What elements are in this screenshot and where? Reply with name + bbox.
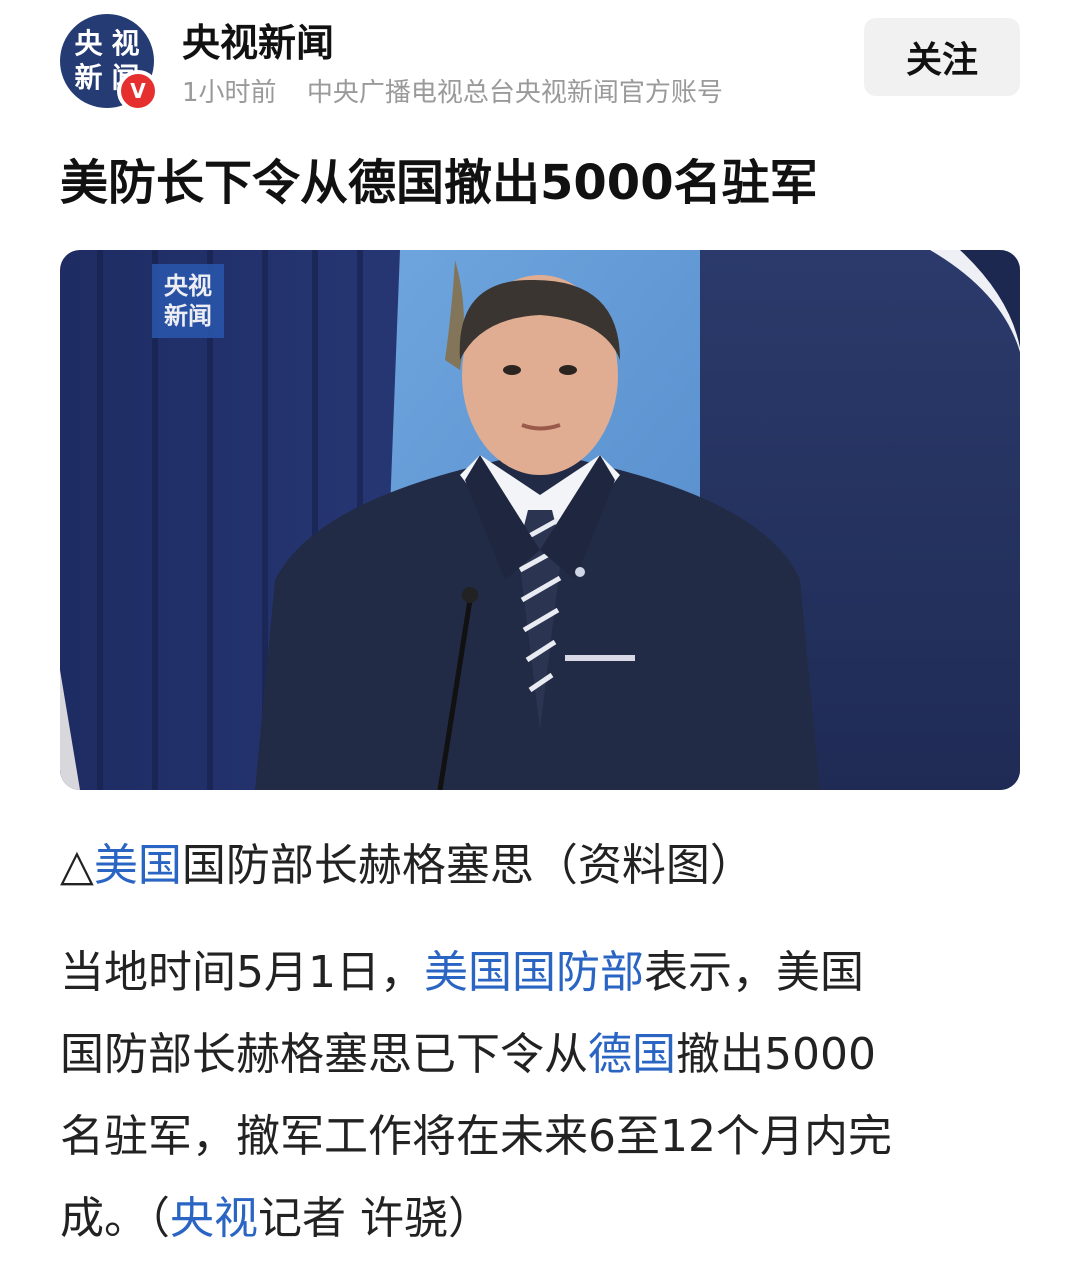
body-line: 国防部长赫格塞思已下令从德国撤出5000 bbox=[60, 1029, 876, 1080]
follow-button[interactable]: 关注 bbox=[864, 18, 1020, 96]
article-header: 央 视 新 闻 V 央视新闻 1小时前 中央广播电视总台央视新闻官方账号 关注 bbox=[0, 0, 1080, 120]
article-body: 当地时间5月1日，美国国防部表示，美国 国防部长赫格塞思已下令从德国撤出5000… bbox=[60, 932, 1040, 1260]
link-us-dod[interactable]: 美国国防部 bbox=[424, 947, 644, 998]
photo-watermark-logo: 央视 新闻 bbox=[152, 264, 224, 338]
link-cctv[interactable]: 央视 bbox=[170, 1193, 258, 1244]
caption-link-usa[interactable]: 美国 bbox=[94, 840, 182, 891]
article-title: 美防长下令从德国撤出5000名驻军 bbox=[60, 155, 818, 211]
link-germany[interactable]: 德国 bbox=[588, 1029, 676, 1080]
photo-caption: △美国国防部长赫格塞思（资料图） bbox=[60, 834, 1040, 898]
post-meta: 1小时前 中央广播电视总台央视新闻官方账号 bbox=[182, 72, 723, 109]
author-name[interactable]: 央视新闻 bbox=[182, 12, 334, 67]
verified-badge-icon: V bbox=[117, 70, 159, 112]
body-line: 名驻军，撤军工作将在未来6至12个月内完 bbox=[60, 1111, 892, 1162]
author-description: 中央广播电视总台央视新闻官方账号 bbox=[306, 78, 723, 108]
body-line: 当地时间5月1日，美国国防部表示，美国 bbox=[60, 947, 864, 998]
post-time: 1小时前 bbox=[182, 78, 277, 108]
caption-triangle-icon: △ bbox=[60, 840, 94, 891]
caption-text: 国防部长赫格塞思（资料图） bbox=[181, 840, 754, 891]
article-photo[interactable]: 央视 新闻 bbox=[60, 250, 1020, 790]
body-line: 成。（央视记者 许骁） bbox=[60, 1193, 492, 1244]
